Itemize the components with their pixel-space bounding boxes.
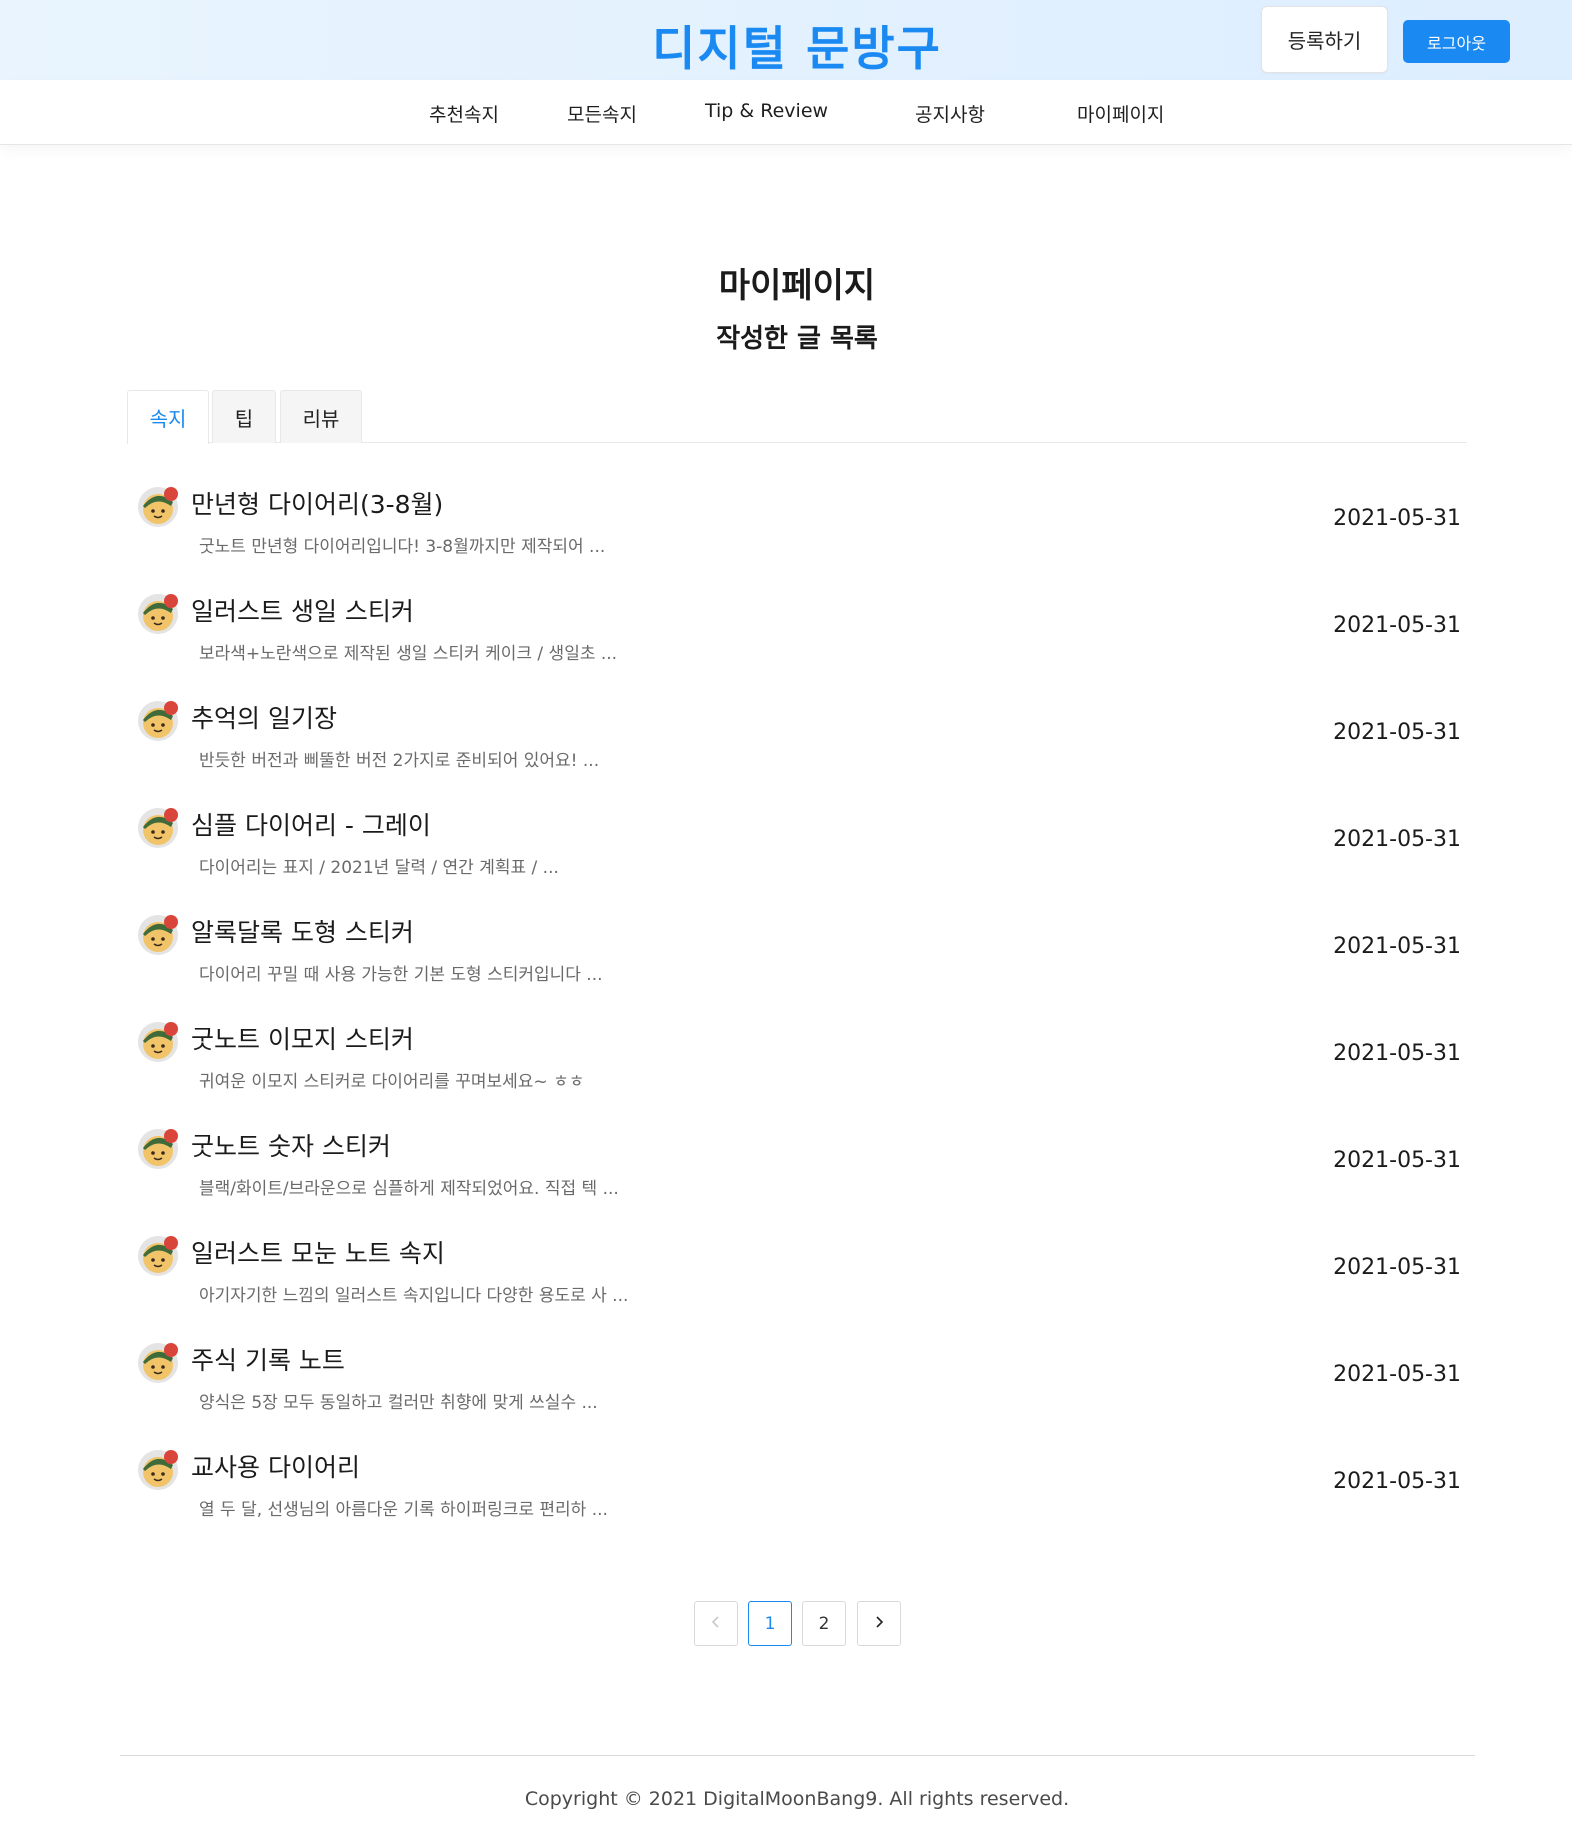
avatar-icon xyxy=(137,482,183,528)
list-item[interactable]: 교사용 다이어리열 두 달, 선생님의 아름다운 기록 하이퍼링크로 편리하 .… xyxy=(127,1433,1467,1540)
avatar-icon xyxy=(137,1445,183,1491)
post-excerpt: 보라색+노란색으로 제작된 생일 스티커 케이크 / 생일초 ... xyxy=(199,644,618,664)
nav-item-notice[interactable]: 공지사항 xyxy=(915,100,985,127)
page-button-1[interactable]: 1 xyxy=(748,1601,792,1646)
post-title[interactable]: 일러스트 모눈 노트 속지 xyxy=(191,1234,445,1270)
post-date: 2021-05-31 xyxy=(1333,1255,1461,1280)
post-excerpt: 반듯한 버전과 삐뚤한 버전 2가지로 준비되어 있어요! ... xyxy=(199,751,600,771)
page-button-2[interactable]: 2 xyxy=(802,1601,846,1646)
avatar-icon xyxy=(137,589,183,635)
tab-tips[interactable]: 팁 xyxy=(212,390,276,443)
post-date: 2021-05-31 xyxy=(1333,613,1461,638)
nav-item-all[interactable]: 모든속지 xyxy=(567,100,637,127)
tab-reviews[interactable]: 리뷰 xyxy=(280,390,362,443)
list-item[interactable]: 일러스트 모눈 노트 속지아기자기한 느낌의 일러스트 속지입니다 다양한 용도… xyxy=(127,1219,1467,1326)
list-item[interactable]: 만년형 다이어리(3-8월) 굿노트 만년형 다이어리입니다! 3-8월까지만 제… xyxy=(127,470,1467,577)
avatar-icon xyxy=(137,1124,183,1170)
post-title[interactable]: 심플 다이어리 - 그레이 xyxy=(191,806,431,842)
post-excerpt: 아기자기한 느낌의 일러스트 속지입니다 다양한 용도로 사 ... xyxy=(199,1286,629,1306)
post-title[interactable]: 굿노트 이모지 스티커 xyxy=(191,1020,414,1056)
list-item[interactable]: 알록달록 도형 스티커다이어리 꾸밀 때 사용 가능한 기본 도형 스티커입니다… xyxy=(127,898,1467,1005)
top-bar: 디지털 문방구 등록하기 로그아웃 xyxy=(0,0,1572,80)
avatar-icon xyxy=(137,803,183,849)
post-title[interactable]: 추억의 일기장 xyxy=(191,699,337,735)
main-nav: 추천속지 모든속지 Tip & Review 공지사항 마이페이지 xyxy=(0,80,1572,145)
prev-page-button[interactable] xyxy=(694,1601,738,1646)
post-excerpt: 열 두 달, 선생님의 아름다운 기록 하이퍼링크로 편리하 ... xyxy=(199,1500,608,1520)
post-title[interactable]: 교사용 다이어리 xyxy=(191,1448,360,1484)
post-date: 2021-05-31 xyxy=(1333,827,1461,852)
post-date: 2021-05-31 xyxy=(1333,506,1461,531)
post-type-tabs: 속지 팁 리뷰 xyxy=(127,390,1467,444)
avatar-icon xyxy=(137,910,183,956)
post-excerpt: 귀여운 이모지 스티커로 다이어리를 꾸며보세요~ ㅎㅎ xyxy=(199,1072,585,1092)
chevron-right-icon xyxy=(873,1614,885,1634)
post-title[interactable]: 굿노트 숫자 스티커 xyxy=(191,1127,391,1163)
register-button[interactable]: 등록하기 xyxy=(1261,6,1388,73)
avatar-icon xyxy=(137,696,183,742)
post-excerpt: 블랙/화이트/브라운으로 심플하게 제작되었어요. 직접 텍 ... xyxy=(199,1179,619,1199)
pagination: 1 2 xyxy=(694,1601,902,1646)
nav-item-mypage[interactable]: 마이페이지 xyxy=(1077,100,1164,127)
avatar-icon xyxy=(137,1338,183,1384)
post-date: 2021-05-31 xyxy=(1333,1469,1461,1494)
post-date: 2021-05-31 xyxy=(1333,1148,1461,1173)
post-title[interactable]: 일러스트 생일 스티커 xyxy=(191,592,414,628)
post-excerpt: 양식은 5장 모두 동일하고 컬러만 취향에 맞게 쓰실수 ... xyxy=(199,1393,598,1413)
post-title[interactable]: 만년형 다이어리(3-8월) xyxy=(191,485,443,521)
post-title[interactable]: 알록달록 도형 스티커 xyxy=(191,913,414,949)
list-item[interactable]: 주식 기록 노트양식은 5장 모두 동일하고 컬러만 취향에 맞게 쓰실수 ..… xyxy=(127,1326,1467,1433)
post-date: 2021-05-31 xyxy=(1333,720,1461,745)
post-excerpt: 다이어리 꾸밀 때 사용 가능한 기본 도형 스티커입니다 ... xyxy=(199,965,603,985)
logout-button[interactable]: 로그아웃 xyxy=(1403,20,1510,63)
post-date: 2021-05-31 xyxy=(1333,1041,1461,1066)
post-excerpt: 다이어리는 표지 / 2021년 달력 / 연간 계획표 / ... xyxy=(199,858,559,878)
post-date: 2021-05-31 xyxy=(1333,1362,1461,1387)
post-date: 2021-05-31 xyxy=(1333,934,1461,959)
page-subtitle: 작성한 글 목록 xyxy=(716,324,878,354)
avatar-icon xyxy=(137,1231,183,1277)
page-title: 마이페이지 xyxy=(718,266,876,306)
list-item[interactable]: 추억의 일기장반듯한 버전과 삐뚤한 버전 2가지로 준비되어 있어요! ...… xyxy=(127,684,1467,791)
list-item[interactable]: 일러스트 생일 스티커보라색+노란색으로 제작된 생일 스티커 케이크 / 생일… xyxy=(127,577,1467,684)
chevron-left-icon xyxy=(710,1614,722,1634)
copyright-text: Copyright © 2021 DigitalMoonBang9. All r… xyxy=(524,1788,1070,1810)
list-item[interactable]: 굿노트 이모지 스티커귀여운 이모지 스티커로 다이어리를 꾸며보세요~ ㅎㅎ 2… xyxy=(127,1005,1467,1112)
nav-item-tip-review[interactable]: Tip & Review xyxy=(705,100,828,122)
list-item[interactable]: 굿노트 숫자 스티커블랙/화이트/브라운으로 심플하게 제작되었어요. 직접 텍… xyxy=(127,1112,1467,1219)
footer-divider xyxy=(120,1755,1475,1756)
post-title[interactable]: 주식 기록 노트 xyxy=(191,1341,345,1377)
avatar-icon xyxy=(137,1017,183,1063)
list-item[interactable]: 심플 다이어리 - 그레이다이어리는 표지 / 2021년 달력 / 연간 계획… xyxy=(127,791,1467,898)
post-excerpt: 굿노트 만년형 다이어리입니다! 3-8월까지만 제작되어 ... xyxy=(199,537,606,557)
nav-item-recommended[interactable]: 추천속지 xyxy=(429,100,499,127)
tab-sheets[interactable]: 속지 xyxy=(127,390,209,444)
next-page-button[interactable] xyxy=(857,1601,901,1646)
